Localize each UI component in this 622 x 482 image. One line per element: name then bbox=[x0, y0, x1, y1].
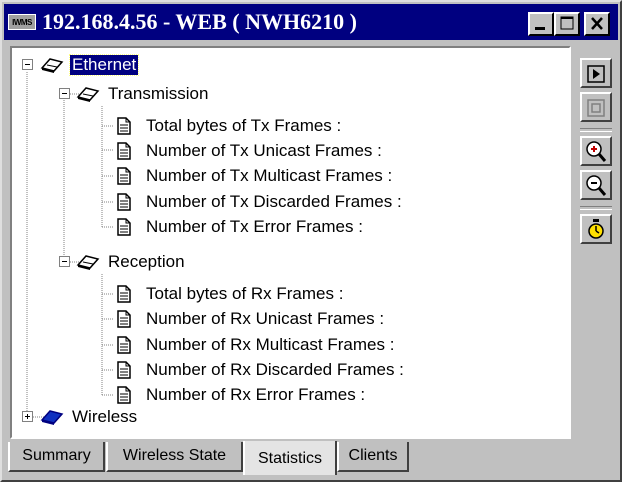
stopwatch-icon bbox=[588, 219, 604, 239]
document-icon bbox=[117, 142, 131, 160]
tree-leaf-rx-unicast[interactable]: Number of Rx Unicast Frames : bbox=[114, 308, 386, 330]
close-icon bbox=[591, 17, 603, 30]
network-icon bbox=[76, 255, 100, 270]
tab-clients[interactable]: Clients bbox=[337, 442, 409, 472]
reception-collapse-toggle[interactable] bbox=[59, 256, 70, 267]
document-icon bbox=[117, 361, 131, 379]
minimize-button[interactable] bbox=[528, 12, 554, 36]
tree-node-label: Total bytes of Rx Frames : bbox=[146, 284, 344, 303]
tree-node-label: Ethernet bbox=[68, 54, 140, 76]
tree-node-label: Number of Rx Error Frames : bbox=[146, 385, 366, 404]
app-window: IWMS 192.168.4.56 - WEB ( NWH6210 ) Ethe… bbox=[0, 0, 622, 482]
tree-node-label: Number of Tx Error Frames : bbox=[146, 217, 363, 236]
tree-node-label: Wireless bbox=[72, 407, 138, 426]
zoom-in-icon bbox=[586, 141, 607, 162]
tree-node-label: Total bytes of Tx Frames : bbox=[146, 116, 342, 135]
tree-node-label: Number of Rx Unicast Frames : bbox=[146, 309, 385, 328]
tree-node-label: Number of Rx Discarded Frames : bbox=[146, 360, 404, 379]
side-toolbar bbox=[577, 46, 617, 439]
minimize-icon bbox=[535, 27, 545, 30]
title-bar[interactable]: IWMS 192.168.4.56 - WEB ( NWH6210 ) bbox=[4, 4, 618, 40]
zoom-in-button[interactable] bbox=[580, 136, 612, 166]
tree-leaf-rx-total-bytes[interactable]: Total bytes of Rx Frames : bbox=[114, 283, 345, 305]
toolbar-separator bbox=[580, 206, 612, 210]
timer-button[interactable] bbox=[580, 214, 612, 244]
document-icon bbox=[117, 117, 131, 135]
stop-icon bbox=[587, 99, 605, 117]
document-icon bbox=[117, 167, 131, 185]
statistics-tree[interactable]: Ethernet Transmission Total bytes of Tx … bbox=[10, 46, 571, 439]
tree-leaf-tx-error[interactable]: Number of Tx Error Frames : bbox=[114, 216, 365, 238]
stop-button[interactable] bbox=[580, 92, 612, 122]
wireless-icon bbox=[40, 410, 64, 425]
tree-leaf-rx-multicast[interactable]: Number of Rx Multicast Frames : bbox=[114, 334, 396, 356]
document-icon bbox=[117, 285, 131, 303]
tree-node-label: Reception bbox=[108, 252, 185, 271]
document-icon bbox=[117, 336, 131, 354]
tree-node-transmission[interactable]: Transmission bbox=[74, 83, 210, 105]
network-icon bbox=[40, 58, 64, 73]
tree-leaf-rx-error[interactable]: Number of Rx Error Frames : bbox=[114, 384, 367, 406]
tree-node-label: Number of Tx Unicast Frames : bbox=[146, 141, 382, 160]
app-icon[interactable]: IWMS bbox=[8, 14, 36, 30]
tree-leaf-tx-discarded[interactable]: Number of Tx Discarded Frames : bbox=[114, 191, 404, 213]
document-icon bbox=[117, 386, 131, 404]
document-icon bbox=[117, 193, 131, 211]
toolbar-separator bbox=[580, 128, 612, 132]
tree-node-label: Number of Tx Multicast Frames : bbox=[146, 166, 393, 185]
play-icon bbox=[587, 65, 605, 83]
network-icon bbox=[76, 87, 100, 102]
tab-strip: Summary Wireless State Statistics Client… bbox=[6, 441, 618, 478]
tree-leaf-tx-total-bytes[interactable]: Total bytes of Tx Frames : bbox=[114, 115, 343, 137]
tree-leaf-tx-unicast[interactable]: Number of Tx Unicast Frames : bbox=[114, 140, 384, 162]
tree-node-ethernet[interactable]: Ethernet bbox=[38, 54, 140, 76]
window-title: 192.168.4.56 - WEB ( NWH6210 ) bbox=[42, 9, 357, 34]
zoom-out-button[interactable] bbox=[580, 170, 612, 200]
document-icon bbox=[117, 218, 131, 236]
maximize-button[interactable] bbox=[554, 12, 580, 36]
tab-statistics[interactable]: Statistics bbox=[243, 441, 337, 475]
ethernet-collapse-toggle[interactable] bbox=[22, 59, 33, 70]
tree-leaf-rx-discarded[interactable]: Number of Rx Discarded Frames : bbox=[114, 359, 406, 381]
close-button[interactable] bbox=[584, 12, 610, 36]
tree-node-reception[interactable]: Reception bbox=[74, 251, 187, 273]
tree-node-wireless[interactable]: Wireless bbox=[38, 406, 139, 428]
tree-node-label: Number of Tx Discarded Frames : bbox=[146, 192, 402, 211]
wireless-expand-toggle[interactable] bbox=[22, 411, 33, 422]
tab-wireless-state[interactable]: Wireless State bbox=[106, 442, 243, 472]
zoom-out-icon bbox=[586, 175, 607, 196]
tab-summary[interactable]: Summary bbox=[8, 442, 105, 472]
tree-node-label: Transmission bbox=[108, 84, 209, 103]
start-button[interactable] bbox=[580, 58, 612, 88]
tree-leaf-tx-multicast[interactable]: Number of Tx Multicast Frames : bbox=[114, 165, 394, 187]
document-icon bbox=[117, 310, 131, 328]
transmission-collapse-toggle[interactable] bbox=[59, 88, 70, 99]
maximize-icon bbox=[560, 16, 574, 30]
tree-node-label: Number of Rx Multicast Frames : bbox=[146, 335, 395, 354]
